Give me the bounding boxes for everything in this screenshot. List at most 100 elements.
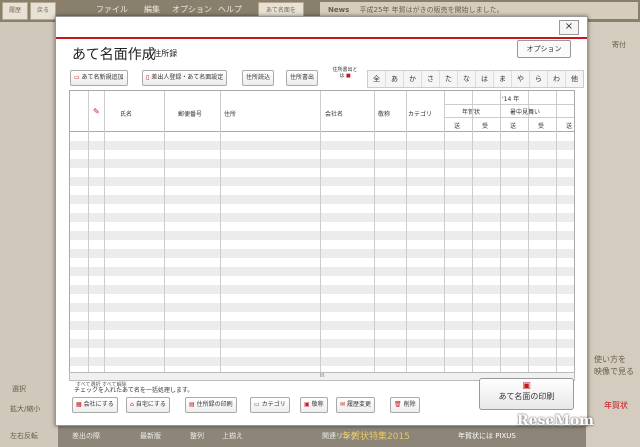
kana-tab-na[interactable]: な xyxy=(458,71,476,87)
nengajo-banner[interactable]: 年賀状 xyxy=(604,400,628,411)
category-button[interactable]: ▭ カテゴリ xyxy=(250,397,290,413)
export-help-link[interactable]: 住所書出とは ■ xyxy=(332,67,358,79)
tool-select[interactable]: 選択 xyxy=(12,384,26,394)
kana-tab-ra[interactable]: ら xyxy=(530,71,548,87)
left-tool-panel xyxy=(0,22,58,447)
nenga-special-banner[interactable]: 年賀状特集2015 xyxy=(342,429,410,442)
set-home-button[interactable]: ⌂ 自宅にする xyxy=(126,397,170,413)
pixus-banner[interactable]: 年賀状には PIXUS xyxy=(458,431,516,441)
table-row[interactable] xyxy=(70,348,574,357)
header-postal[interactable]: 郵便番号 xyxy=(178,109,202,118)
table-row[interactable] xyxy=(70,339,574,348)
options-button[interactable]: オプション xyxy=(517,40,571,58)
table-row[interactable] xyxy=(70,285,574,294)
set-company-button[interactable]: ▦ 会社にする xyxy=(72,397,118,413)
header-nengajo: 年賀状 xyxy=(462,109,481,116)
table-row[interactable] xyxy=(70,312,574,321)
table-row[interactable] xyxy=(70,186,574,195)
new-address-button[interactable]: ▭ あて名新規追加 xyxy=(70,70,128,86)
folder-icon: ▭ xyxy=(254,401,260,408)
table-row[interactable] xyxy=(70,141,574,150)
delete-button[interactable]: 🗑 削除 xyxy=(390,397,420,413)
header-next-sent: 送 xyxy=(566,123,573,130)
kana-tab-all[interactable]: 全 xyxy=(368,71,386,87)
table-row[interactable] xyxy=(70,321,574,330)
table-row[interactable] xyxy=(70,222,574,231)
address-dialog: × あて名面作成 / 住所録 オプション ▭ あて名新規追加 ▯ 差出人登録・あて名… xyxy=(55,16,588,426)
history-change-button[interactable]: ✉ 履歴変更 xyxy=(336,397,376,413)
tool-flip[interactable]: 左右反転 xyxy=(10,431,38,441)
table-row[interactable] xyxy=(70,231,574,240)
table-row[interactable] xyxy=(70,150,574,159)
table-row[interactable] xyxy=(70,132,574,141)
menu-edit[interactable]: 編集 xyxy=(144,4,160,15)
kana-tab-ma[interactable]: ま xyxy=(494,71,512,87)
address-table: ✎ 氏名 郵便番号 住所 会社名 敬称 カテゴリ '14 年 年賀状 暑中見舞い… xyxy=(69,90,575,373)
bottom-item-3[interactable]: 整列 xyxy=(190,431,204,441)
kana-tab-ha[interactable]: は xyxy=(476,71,494,87)
select-toggle-icon[interactable]: ✎ xyxy=(93,107,100,116)
table-row[interactable] xyxy=(70,195,574,204)
header-company[interactable]: 会社名 xyxy=(325,109,343,118)
table-row[interactable] xyxy=(70,204,574,213)
honorific-icon: ▣ xyxy=(304,401,310,408)
header-honorific[interactable]: 敬称 xyxy=(378,109,390,118)
kana-tab-other[interactable]: 他 xyxy=(566,71,583,87)
column-divider xyxy=(528,91,529,372)
table-row[interactable] xyxy=(70,330,574,339)
table-row[interactable] xyxy=(70,168,574,177)
table-row[interactable] xyxy=(70,213,574,222)
header-shochu: 暑中見舞い xyxy=(510,109,541,116)
import-address-button[interactable]: 住所読込 xyxy=(242,70,275,86)
table-row[interactable] xyxy=(70,303,574,312)
header-category[interactable]: カテゴリ xyxy=(408,109,432,118)
bottom-item-1[interactable]: 差出の際 xyxy=(72,431,100,441)
sender-settings-button[interactable]: ▯ 差出人登録・あて名面設定 xyxy=(142,70,228,86)
list-icon: ▤ xyxy=(189,401,195,408)
title-divider xyxy=(56,37,587,39)
header-nengajo-received: 受 xyxy=(482,123,489,130)
table-row[interactable] xyxy=(70,357,574,366)
table-row[interactable] xyxy=(70,258,574,267)
help-icon: ■ xyxy=(345,73,351,79)
table-row[interactable] xyxy=(70,177,574,186)
header-address[interactable]: 住所 xyxy=(224,109,236,118)
table-row[interactable] xyxy=(70,159,574,168)
right-panel xyxy=(586,22,640,447)
menu-file[interactable]: ファイル xyxy=(96,4,128,15)
export-address-button[interactable]: 住所書出 xyxy=(286,70,319,86)
bottom-item-2[interactable]: 最新版 xyxy=(140,431,161,441)
donation-button[interactable]: 寄付 xyxy=(612,40,626,50)
table-row[interactable] xyxy=(70,276,574,285)
honorific-button[interactable]: ▣ 敬称 xyxy=(300,397,328,413)
howto-line1[interactable]: 使い方を xyxy=(594,354,626,365)
howto-line2[interactable]: 映像で見る xyxy=(594,366,634,377)
history-button[interactable]: 履歴 xyxy=(2,2,28,20)
table-row[interactable] xyxy=(70,249,574,258)
print-address-button[interactable]: ▣ あて名面の印刷 xyxy=(479,378,574,410)
close-button[interactable]: × xyxy=(559,20,579,35)
column-divider xyxy=(500,91,501,372)
column-divider xyxy=(472,91,473,372)
table-row[interactable] xyxy=(70,267,574,276)
menu-options[interactable]: オプション xyxy=(172,4,212,15)
column-divider xyxy=(220,91,221,372)
table-row[interactable] xyxy=(70,240,574,249)
tool-zoom[interactable]: 拡大/縮小 xyxy=(10,404,40,414)
kana-tab-ya[interactable]: や xyxy=(512,71,530,87)
kana-tab-ka[interactable]: か xyxy=(404,71,422,87)
header-name[interactable]: 氏名 xyxy=(120,109,132,118)
header-shochu-received: 受 xyxy=(538,123,545,130)
kana-tab-ta[interactable]: た xyxy=(440,71,458,87)
bottom-item-4[interactable]: 上揃え xyxy=(222,431,243,441)
print-list-button[interactable]: ▤ 住所録の印刷 xyxy=(185,397,237,413)
kana-tab-sa[interactable]: さ xyxy=(422,71,440,87)
menu-help[interactable]: ヘルプ xyxy=(218,4,242,15)
building-icon: ▦ xyxy=(76,401,82,408)
back-button[interactable]: 戻る xyxy=(30,2,56,20)
header-shochu-sent: 送 xyxy=(510,123,517,130)
kana-tab-a[interactable]: あ xyxy=(386,71,404,87)
header-bottom-line xyxy=(70,131,574,132)
kana-tab-wa[interactable]: わ xyxy=(548,71,566,87)
table-row[interactable] xyxy=(70,294,574,303)
